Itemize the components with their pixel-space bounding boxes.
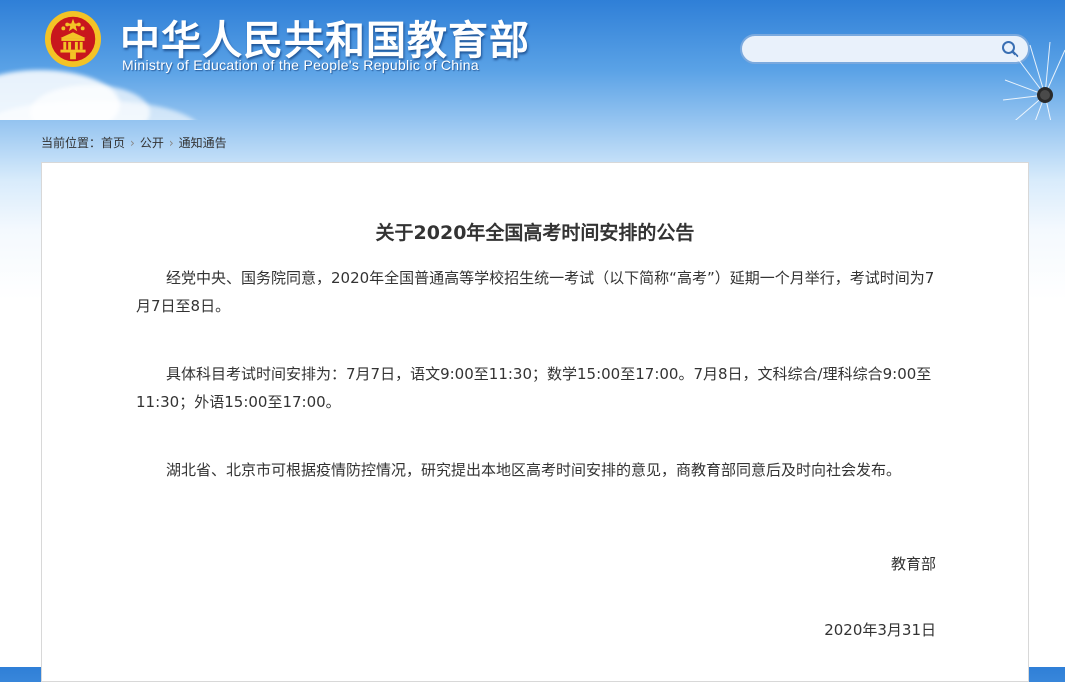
article-paragraph: 具体科目考试时间安排为：7月7日，语文9:00至11:30；数学15:00至17…	[136, 365, 932, 411]
site-subtitle: Ministry of Education of the People's Re…	[122, 57, 479, 73]
breadcrumb: 当前位置： 首页 › 公开 › 通知通告	[41, 134, 227, 151]
site-header: 中华人民共和国教育部 Ministry of Education of the …	[0, 0, 1065, 120]
national-emblem-icon[interactable]	[44, 10, 102, 68]
dandelion-decoration-icon	[1002, 41, 1065, 120]
breadcrumb-item-public[interactable]: 公开	[140, 134, 164, 151]
article-paragraph: 经党中央、国务院同意，2020年全国普通高等学校招生统一考试（以下简称“高考”）…	[136, 269, 935, 315]
article-paragraph: 湖北省、北京市可根据疫情防控情况，研究提出本地区高考时间安排的意见，商教育部同意…	[166, 461, 902, 479]
search-input[interactable]	[742, 37, 996, 61]
breadcrumb-item-notices[interactable]: 通知通告	[179, 134, 227, 151]
article-date: 2020年3月31日	[824, 621, 936, 639]
article-panel: 关于2020年全国高考时间安排的公告 经党中央、国务院同意，2020年全国普通高…	[41, 162, 1029, 682]
article-title: 关于2020年全国高考时间安排的公告	[375, 222, 695, 244]
breadcrumb-prefix: 当前位置：	[41, 136, 102, 150]
breadcrumb-separator: ›	[130, 135, 135, 150]
breadcrumb-item-home[interactable]: 首页	[101, 134, 125, 151]
breadcrumb-separator: ›	[168, 135, 174, 150]
article-signature: 教育部	[890, 555, 936, 573]
